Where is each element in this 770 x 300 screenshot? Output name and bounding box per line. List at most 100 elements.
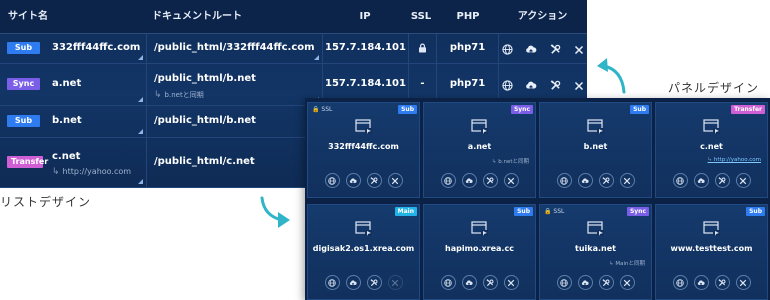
type-badge: Sub [7,115,40,127]
site-card[interactable]: 🔒 SSL Sync tuika.net ↳ Mainと同期 [539,204,652,300]
cloud-upload-icon[interactable] [577,275,593,290]
cloud-upload-icon[interactable] [345,173,361,188]
globe-icon[interactable] [324,173,340,188]
site-name[interactable]: b.net [52,115,82,126]
card-sync-note: ↳ Mainと同期 [609,259,645,267]
close-icon[interactable] [573,43,586,56]
document-root-subtext: ↳ b.netと同期 [154,90,204,100]
card-site-name[interactable]: hapimo.xrea.cc [424,244,535,253]
tools-icon[interactable] [482,275,498,290]
panel-design-caption: パネルデザイン [668,81,760,95]
redirect-url: http://yahoo.com [62,167,132,176]
card-redirect-link[interactable]: ↳ http://yahoo.com [708,157,761,163]
browser-window-icon [587,221,605,237]
corner-marker [138,129,143,134]
cloud-upload-icon[interactable] [345,275,361,290]
globe-icon[interactable] [324,275,340,290]
card-sync-note: ↳ b.netと同期 [492,157,529,165]
cloud-upload-icon[interactable] [693,275,709,290]
site-card[interactable]: Sub hapimo.xrea.cc [423,204,536,300]
globe-icon[interactable] [501,43,514,56]
cloud-upload-icon[interactable] [577,173,593,188]
browser-window-icon [355,119,373,135]
type-badge: Sync [626,207,649,216]
document-root: /public_html/b.net [154,73,256,84]
close-icon[interactable] [503,173,519,188]
ip-address: 157.7.184.101 [325,42,406,53]
tools-icon[interactable] [549,43,562,56]
document-root: /public_html/b.net [154,115,256,126]
cloud-upload-icon[interactable] [461,173,477,188]
site-name[interactable]: 332fff44ffc.com [52,42,140,53]
card-site-name[interactable]: 332fff44ffc.com [308,142,419,151]
tools-icon[interactable] [366,275,382,290]
site-card[interactable]: Sub www.testtest.com [655,204,768,300]
card-site-name[interactable]: www.testtest.com [656,244,767,253]
site-card[interactable]: Transfer c.net ↳ http://yahoo.com [655,102,768,198]
site-card[interactable]: 🔒 SSL Sub 332fff44ffc.com [307,102,420,198]
cloud-upload-icon[interactable] [525,79,538,92]
site-card[interactable]: Sync a.net ↳ b.netと同期 [423,102,536,198]
globe-icon[interactable] [556,275,572,290]
site-card[interactable]: Main digisak2.os1.xrea.com [307,204,420,300]
tools-icon[interactable] [714,275,730,290]
close-icon[interactable] [503,275,519,290]
card-site-name[interactable]: tuika.net [540,244,651,253]
header-ssl: SSL [410,11,432,22]
tools-icon[interactable] [598,173,614,188]
header-document-root: ドキュメントルート [152,11,242,22]
cloud-upload-icon[interactable] [525,43,538,56]
cell-doc: /public_html/332fff44ffc.com [146,34,322,63]
globe-icon[interactable] [501,79,514,92]
browser-window-icon [355,221,373,237]
globe-icon[interactable] [672,275,688,290]
panel-grid: 🔒 SSL Sub 332fff44ffc.com Sync a.net ↳ b.netと… [305,98,770,300]
browser-window-icon [703,221,721,237]
header-php: PHP [456,11,480,22]
cell-act [498,34,587,63]
cell-site: Sync a.net [0,64,146,105]
site-name[interactable]: a.net [52,78,81,89]
tools-icon[interactable] [366,173,382,188]
cell-doc: /public_html/b.net [146,106,322,137]
cloud-upload-icon[interactable] [693,173,709,188]
type-badge: Sub [514,207,533,216]
cell-site: Sub b.net [0,106,146,137]
curved-arrow-down-icon [260,196,290,228]
close-icon[interactable] [735,173,751,188]
card-site-name[interactable]: c.net [656,142,767,151]
close-icon[interactable] [619,275,635,290]
close-icon[interactable] [573,79,586,92]
close-icon[interactable] [619,173,635,188]
card-site-name[interactable]: a.net [424,142,535,151]
card-site-name[interactable]: digisak2.os1.xrea.com [308,244,419,253]
card-actions [424,173,535,188]
globe-icon[interactable] [440,173,456,188]
php-version: php71 [449,42,486,53]
close-icon[interactable] [387,173,403,188]
close-icon[interactable] [387,275,403,290]
site-card[interactable]: Sub b.net [539,102,652,198]
browser-window-icon [471,221,489,237]
globe-icon[interactable] [440,275,456,290]
globe-icon[interactable] [672,173,688,188]
tools-icon[interactable] [714,173,730,188]
tools-icon[interactable] [549,79,562,92]
header-ip: IP [359,11,371,22]
list-row[interactable]: Sub 332fff44ffc.com/public_html/332fff44f… [0,34,587,64]
type-badge: Sub [630,105,649,114]
browser-window-icon [703,119,721,135]
cloud-upload-icon[interactable] [461,275,477,290]
site-subtext: ↳ http://yahoo.com [52,167,131,177]
corner-marker [138,97,143,102]
tools-icon[interactable] [598,275,614,290]
close-icon[interactable] [735,275,751,290]
type-badge: Sync [7,78,40,90]
header-site-name: サイト名 [8,11,48,22]
tools-icon[interactable] [482,173,498,188]
site-name[interactable]: c.net [52,151,80,162]
globe-icon[interactable] [556,173,572,188]
card-site-name[interactable]: b.net [540,142,651,151]
card-subtext: Mainと同期 [615,261,645,267]
cell-ip: 157.7.184.101 [322,34,408,63]
